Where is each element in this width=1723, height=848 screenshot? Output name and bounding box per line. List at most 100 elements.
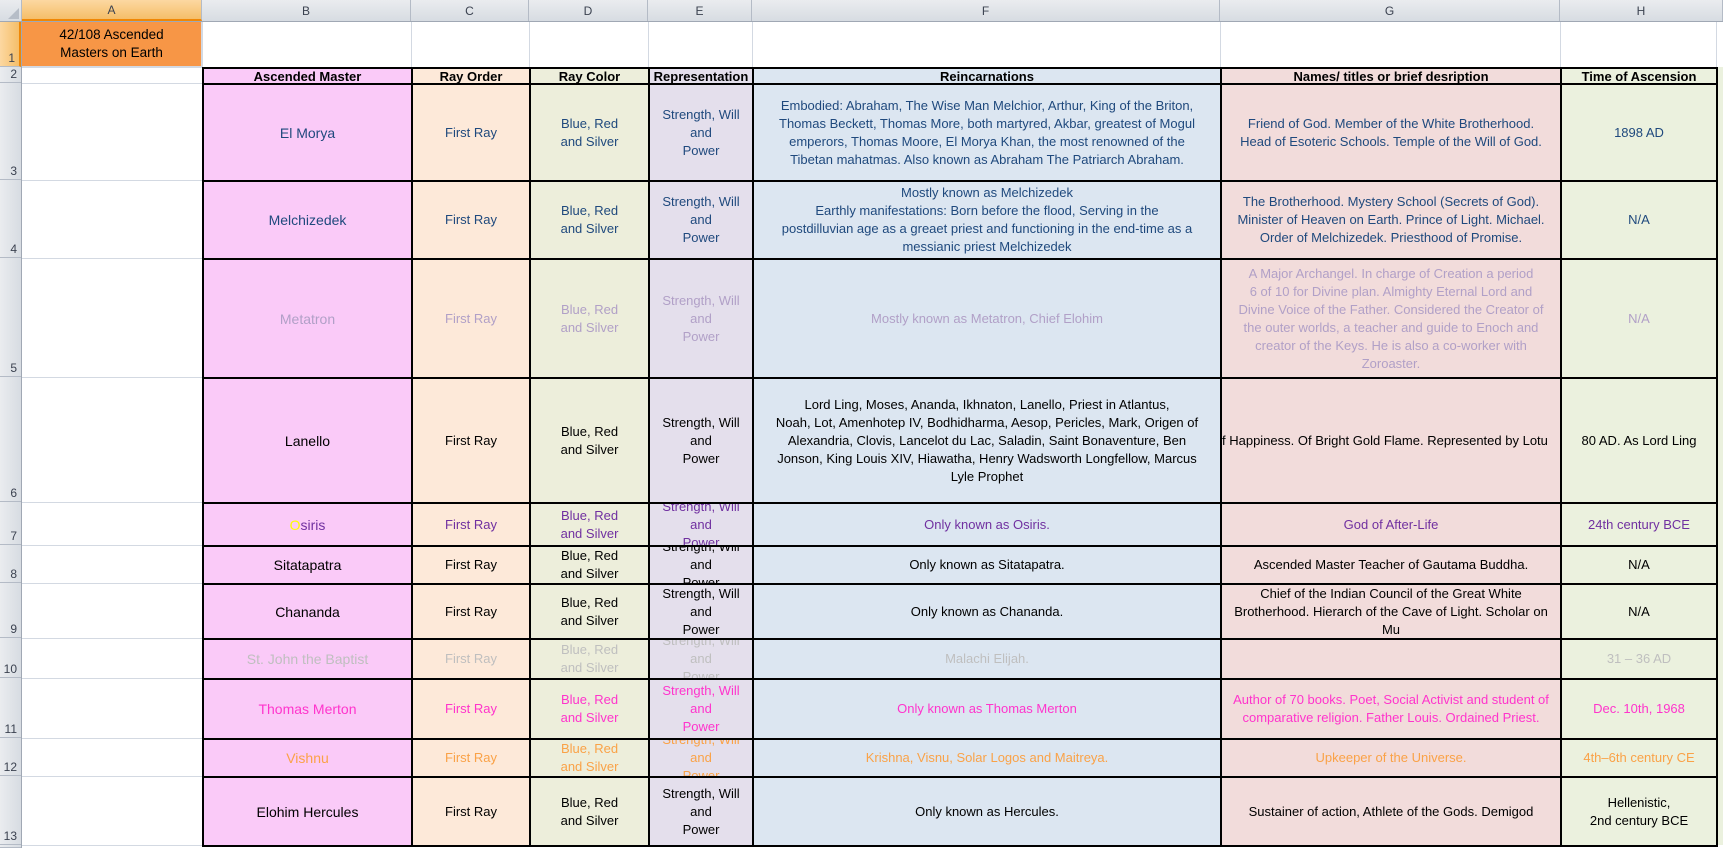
row-header-4[interactable]: 4 bbox=[0, 180, 21, 258]
row-header-6[interactable]: 6 bbox=[0, 377, 21, 502]
row-header-10[interactable]: 10 bbox=[0, 638, 21, 678]
cell-ray-order[interactable]: First Ray bbox=[413, 85, 531, 182]
cell-name[interactable]: St. John the Baptist bbox=[204, 640, 413, 680]
cell-ascension[interactable]: 24th century BCE bbox=[1562, 504, 1718, 547]
cell-ray-order[interactable]: First Ray bbox=[413, 740, 531, 778]
cell-representation[interactable]: Strength, Will and Power bbox=[650, 640, 754, 680]
cell-representation[interactable]: Strength, Will and Power bbox=[650, 85, 754, 182]
cell-name[interactable]: Osiris bbox=[204, 504, 413, 547]
column-header-b[interactable]: B bbox=[202, 0, 411, 21]
cell-names-titles[interactable]: Author of 70 books. Poet, Social Activis… bbox=[1222, 680, 1562, 740]
header-ascended-master[interactable]: Ascended Master bbox=[204, 69, 413, 85]
row-header-11[interactable]: 11 bbox=[0, 678, 21, 738]
column-header-c[interactable]: C bbox=[411, 0, 529, 21]
cell-reincarnations[interactable]: Only known as Thomas Merton bbox=[754, 680, 1222, 740]
cell-ascension[interactable]: 80 AD. As Lord Ling bbox=[1562, 379, 1718, 504]
cell-ascension[interactable]: 4th–6th century CE bbox=[1562, 740, 1718, 778]
cell-representation[interactable]: Strength, Will and Power bbox=[650, 182, 754, 260]
cell-ascension[interactable]: N/A bbox=[1562, 182, 1718, 260]
header-reincarnations[interactable]: Reincarnations bbox=[754, 69, 1222, 85]
cell-names-titles[interactable]: Upkeeper of the Universe. bbox=[1222, 740, 1562, 778]
cell-ray-order[interactable]: First Ray bbox=[413, 585, 531, 640]
cell-ascension[interactable]: N/A bbox=[1562, 585, 1718, 640]
cell-ray-order[interactable]: First Ray bbox=[413, 182, 531, 260]
cell-ascension[interactable]: N/A bbox=[1562, 260, 1718, 379]
cell-names-titles[interactable]: The Brotherhood. Mystery School (Secrets… bbox=[1222, 182, 1562, 260]
cell-names-titles[interactable] bbox=[1222, 640, 1562, 680]
cell-representation[interactable]: Strength, Will and Power bbox=[650, 260, 754, 379]
header-time-of-ascension[interactable]: Time of Ascension bbox=[1562, 69, 1718, 85]
cell-reincarnations[interactable]: Only known as Osiris. bbox=[754, 504, 1222, 547]
cell-ascension[interactable]: Hellenistic, 2nd century BCE bbox=[1562, 778, 1718, 847]
cell-names-titles[interactable]: God of After-Life bbox=[1222, 504, 1562, 547]
cell-reincarnations[interactable]: Only known as Sitatapatra. bbox=[754, 547, 1222, 585]
cell-name[interactable]: Sitatapatra bbox=[204, 547, 413, 585]
cell-ray-order[interactable]: First Ray bbox=[413, 379, 531, 504]
cell-ray-color[interactable]: Blue, Red and Silver bbox=[531, 547, 650, 585]
cell-name[interactable]: El Morya bbox=[204, 85, 413, 182]
cell-reincarnations[interactable]: Only known as Chananda. bbox=[754, 585, 1222, 640]
header-ray-color[interactable]: Ray Color bbox=[531, 69, 650, 85]
cell-reincarnations[interactable]: Lord Ling, Moses, Ananda, Ikhnaton, Lane… bbox=[754, 379, 1222, 504]
cell-ascension[interactable]: 1898 AD bbox=[1562, 85, 1718, 182]
cell-names-titles[interactable]: f Happiness. Of Bright Gold Flame. Repre… bbox=[1222, 379, 1562, 504]
cell-ray-color[interactable]: Blue, Red and Silver bbox=[531, 182, 650, 260]
cell-names-titles[interactable]: Friend of God. Member of the White Broth… bbox=[1222, 85, 1562, 182]
cell-representation[interactable]: Strength, Will and Power bbox=[650, 547, 754, 585]
cell-reincarnations[interactable]: Krishna, Visnu, Solar Logos and Maitreya… bbox=[754, 740, 1222, 778]
cell-reincarnations[interactable]: Only known as Hercules. bbox=[754, 778, 1222, 847]
cell-a1-note[interactable]: 42/108 Ascended Masters on Earth bbox=[22, 22, 202, 67]
cell-name[interactable]: Vishnu bbox=[204, 740, 413, 778]
header-representation[interactable]: Representation bbox=[650, 69, 754, 85]
cell-ray-color[interactable]: Blue, Red and Silver bbox=[531, 379, 650, 504]
cell-ray-order[interactable]: First Ray bbox=[413, 680, 531, 740]
row-header-13[interactable]: 13 bbox=[0, 776, 21, 845]
cell-reincarnations[interactable]: Mostly known as Metatron, Chief Elohim bbox=[754, 260, 1222, 379]
column-header-g[interactable]: G bbox=[1220, 0, 1560, 21]
cell-ray-color[interactable]: Blue, Red and Silver bbox=[531, 680, 650, 740]
row-header-3[interactable]: 3 bbox=[0, 83, 21, 180]
row-header-12[interactable]: 12 bbox=[0, 738, 21, 776]
column-header-a[interactable]: A bbox=[22, 0, 202, 21]
cell-names-titles[interactable]: Ascended Master Teacher of Gautama Buddh… bbox=[1222, 547, 1562, 585]
select-all-corner[interactable] bbox=[0, 0, 22, 21]
cell-ray-color[interactable]: Blue, Red and Silver bbox=[531, 504, 650, 547]
cell-representation[interactable]: Strength, Will and Power bbox=[650, 680, 754, 740]
column-header-e[interactable]: E bbox=[648, 0, 752, 21]
cell-ray-color[interactable]: Blue, Red and Silver bbox=[531, 85, 650, 182]
cell-ray-color[interactable]: Blue, Red and Silver bbox=[531, 640, 650, 680]
cell-ray-color[interactable]: Blue, Red and Silver bbox=[531, 585, 650, 640]
cell-ray-order[interactable]: First Ray bbox=[413, 260, 531, 379]
cell-representation[interactable]: Strength, Will and Power bbox=[650, 379, 754, 504]
cell-name[interactable]: Thomas Merton bbox=[204, 680, 413, 740]
column-header-h[interactable]: H bbox=[1560, 0, 1723, 21]
row-header-7[interactable]: 7 bbox=[0, 502, 21, 545]
cell-reincarnations[interactable]: Malachi Elijah. bbox=[754, 640, 1222, 680]
cell-representation[interactable]: Strength, Will and Power bbox=[650, 740, 754, 778]
row-header-9[interactable]: 9 bbox=[0, 583, 21, 638]
row-header-5[interactable]: 5 bbox=[0, 258, 21, 377]
cell-ray-color[interactable]: Blue, Red and Silver bbox=[531, 778, 650, 847]
cell-ray-order[interactable]: First Ray bbox=[413, 640, 531, 680]
cell-ray-color[interactable]: Blue, Red and Silver bbox=[531, 740, 650, 778]
header-names-titles[interactable]: Names/ titles or brief desription bbox=[1222, 69, 1562, 85]
cell-representation[interactable]: Strength, Will and Power bbox=[650, 778, 754, 847]
cell-names-titles[interactable]: A Major Archangel. In charge of Creation… bbox=[1222, 260, 1562, 379]
cell-names-titles[interactable]: Sustainer of action, Athlete of the Gods… bbox=[1222, 778, 1562, 847]
cell-name[interactable]: Metatron bbox=[204, 260, 413, 379]
cell-ray-order[interactable]: First Ray bbox=[413, 504, 531, 547]
column-header-d[interactable]: D bbox=[529, 0, 648, 21]
row-header-1[interactable]: 1 bbox=[0, 22, 21, 67]
cell-ray-order[interactable]: First Ray bbox=[413, 547, 531, 585]
cell-name[interactable]: Elohim Hercules bbox=[204, 778, 413, 847]
row-header-2[interactable]: 2 bbox=[0, 67, 21, 83]
cell-name[interactable]: Melchizedek bbox=[204, 182, 413, 260]
cell-names-titles[interactable]: Chief of the Indian Council of the Great… bbox=[1222, 585, 1562, 640]
cell-ray-order[interactable]: First Ray bbox=[413, 778, 531, 847]
column-header-f[interactable]: F bbox=[752, 0, 1220, 21]
row-header-8[interactable]: 8 bbox=[0, 545, 21, 583]
cell-representation[interactable]: Strength, Will and Power bbox=[650, 585, 754, 640]
cell-ascension[interactable]: N/A bbox=[1562, 547, 1718, 585]
cell-representation[interactable]: Strength, Will and Power bbox=[650, 504, 754, 547]
header-ray-order[interactable]: Ray Order bbox=[413, 69, 531, 85]
